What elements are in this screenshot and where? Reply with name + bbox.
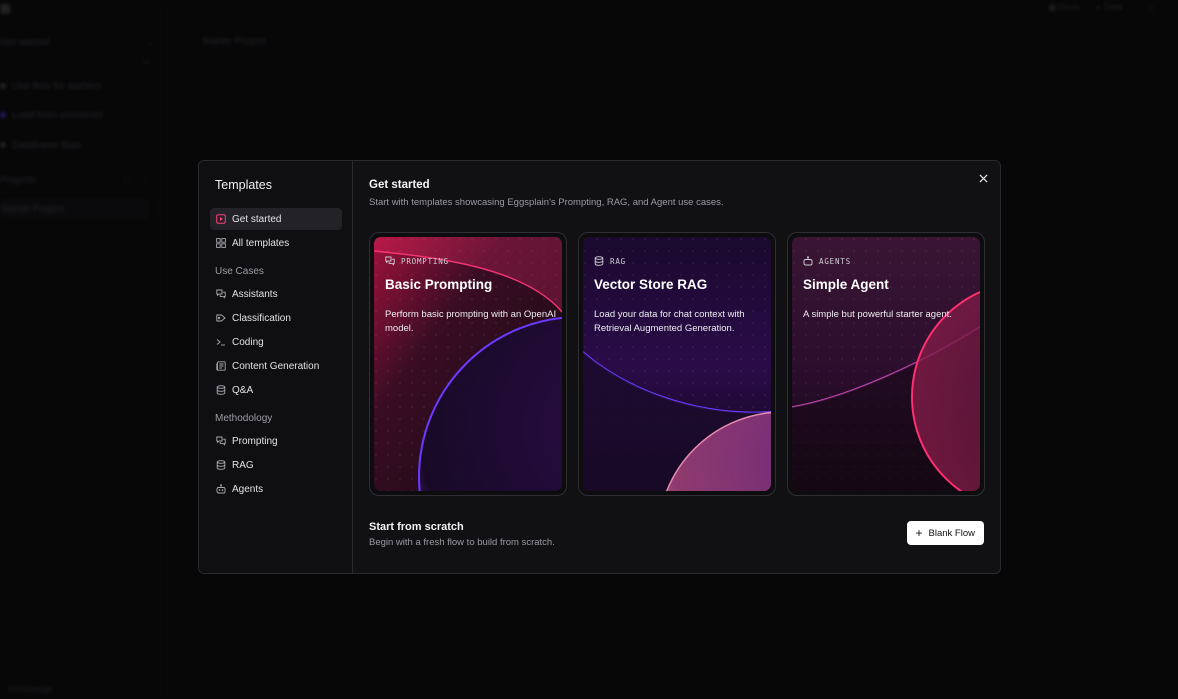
terminal-icon <box>216 337 226 347</box>
card-artwork: PROMPTING Basic Prompting Perform basic … <box>374 237 562 491</box>
card-title: Simple Agent <box>803 277 889 292</box>
nav-item-rag[interactable]: RAG <box>210 454 342 476</box>
template-cards: PROMPTING Basic Prompting Perform basic … <box>369 232 985 496</box>
card-tag: RAG <box>594 256 626 266</box>
nav-item-prompting[interactable]: Prompting <box>210 430 342 452</box>
nav-group-methodology: Methodology <box>215 413 273 424</box>
templates-content: Get started Start with templates showcas… <box>353 161 1000 573</box>
chat-bubbles-icon <box>385 256 395 266</box>
card-description: A simple but powerful starter agent. <box>803 309 952 320</box>
chat-bubbles-icon <box>216 436 226 446</box>
database-icon <box>216 460 226 470</box>
chat-bubbles-icon <box>216 289 226 299</box>
nav-group-use-cases: Use Cases <box>215 266 264 277</box>
section-title: Get started <box>369 179 430 191</box>
card-description: Perform basic prompting with an OpenAI m… <box>385 309 557 334</box>
card-title: Vector Store RAG <box>594 277 708 292</box>
nav-item-label: Agents <box>232 483 264 495</box>
card-tag: AGENTS <box>803 256 851 266</box>
nav-item-content-generation[interactable]: Content Generation <box>210 355 342 377</box>
nav-title: Templates <box>215 178 272 192</box>
tag-icon <box>216 313 226 323</box>
nav-item-agents[interactable]: Agents <box>210 478 342 500</box>
template-card-basic-prompting[interactable]: PROMPTING Basic Prompting Perform basic … <box>369 232 567 496</box>
database-icon <box>216 385 226 395</box>
bot-icon <box>803 256 813 266</box>
bot-icon <box>216 484 226 494</box>
close-icon <box>978 173 988 183</box>
nav-item-label: Get started <box>232 213 282 225</box>
card-artwork: RAG Vector Store RAG Load your data for … <box>583 237 771 491</box>
templates-nav: Templates Get started All templates Use … <box>199 161 353 573</box>
card-background-art <box>583 237 771 491</box>
nav-item-label: Assistants <box>232 288 278 300</box>
template-card-simple-agent[interactable]: AGENTS Simple Agent A simple but powerfu… <box>787 232 985 496</box>
nav-item-label: Content Generation <box>232 360 320 372</box>
nav-item-label: Q&A <box>232 384 254 396</box>
nav-item-label: All templates <box>232 237 290 249</box>
close-button[interactable] <box>976 171 990 185</box>
card-description: Load your data for chat context with Ret… <box>594 309 745 334</box>
play-square-icon <box>216 214 226 224</box>
nav-item-assistants[interactable]: Assistants <box>210 283 342 305</box>
nav-item-label: Classification <box>232 312 291 324</box>
layout-grid-icon <box>216 238 226 248</box>
templates-modal: Templates Get started All templates Use … <box>198 160 1001 574</box>
card-tag-label: RAG <box>610 256 626 266</box>
database-icon <box>594 256 604 266</box>
blank-flow-button[interactable]: + Blank Flow <box>906 521 984 545</box>
nav-item-get-started[interactable]: Get started <box>210 208 342 230</box>
card-tag-label: PROMPTING <box>401 256 449 266</box>
card-background-art <box>374 237 562 491</box>
nav-item-label: Coding <box>232 336 264 348</box>
nav-item-all-templates[interactable]: All templates <box>210 232 342 254</box>
card-artwork: AGENTS Simple Agent A simple but powerfu… <box>792 237 980 491</box>
card-tag: PROMPTING <box>385 256 449 266</box>
scratch-title: Start from scratch <box>369 521 464 533</box>
card-title: Basic Prompting <box>385 277 493 292</box>
scratch-subtitle: Begin with a fresh flow to build from sc… <box>369 537 555 548</box>
nav-item-label: RAG <box>232 459 254 471</box>
template-card-vector-store-rag[interactable]: RAG Vector Store RAG Load your data for … <box>578 232 776 496</box>
card-background-art <box>792 237 980 491</box>
nav-item-classification[interactable]: Classification <box>210 307 342 329</box>
plus-icon: + <box>915 526 923 540</box>
newspaper-icon <box>216 361 226 371</box>
section-subtitle: Start with templates showcasing Eggsplai… <box>369 197 724 208</box>
blank-flow-label: Blank Flow <box>928 527 975 539</box>
nav-item-coding[interactable]: Coding <box>210 331 342 353</box>
card-tag-label: AGENTS <box>819 256 851 266</box>
nav-item-qa[interactable]: Q&A <box>210 379 342 401</box>
nav-item-label: Prompting <box>232 435 278 447</box>
